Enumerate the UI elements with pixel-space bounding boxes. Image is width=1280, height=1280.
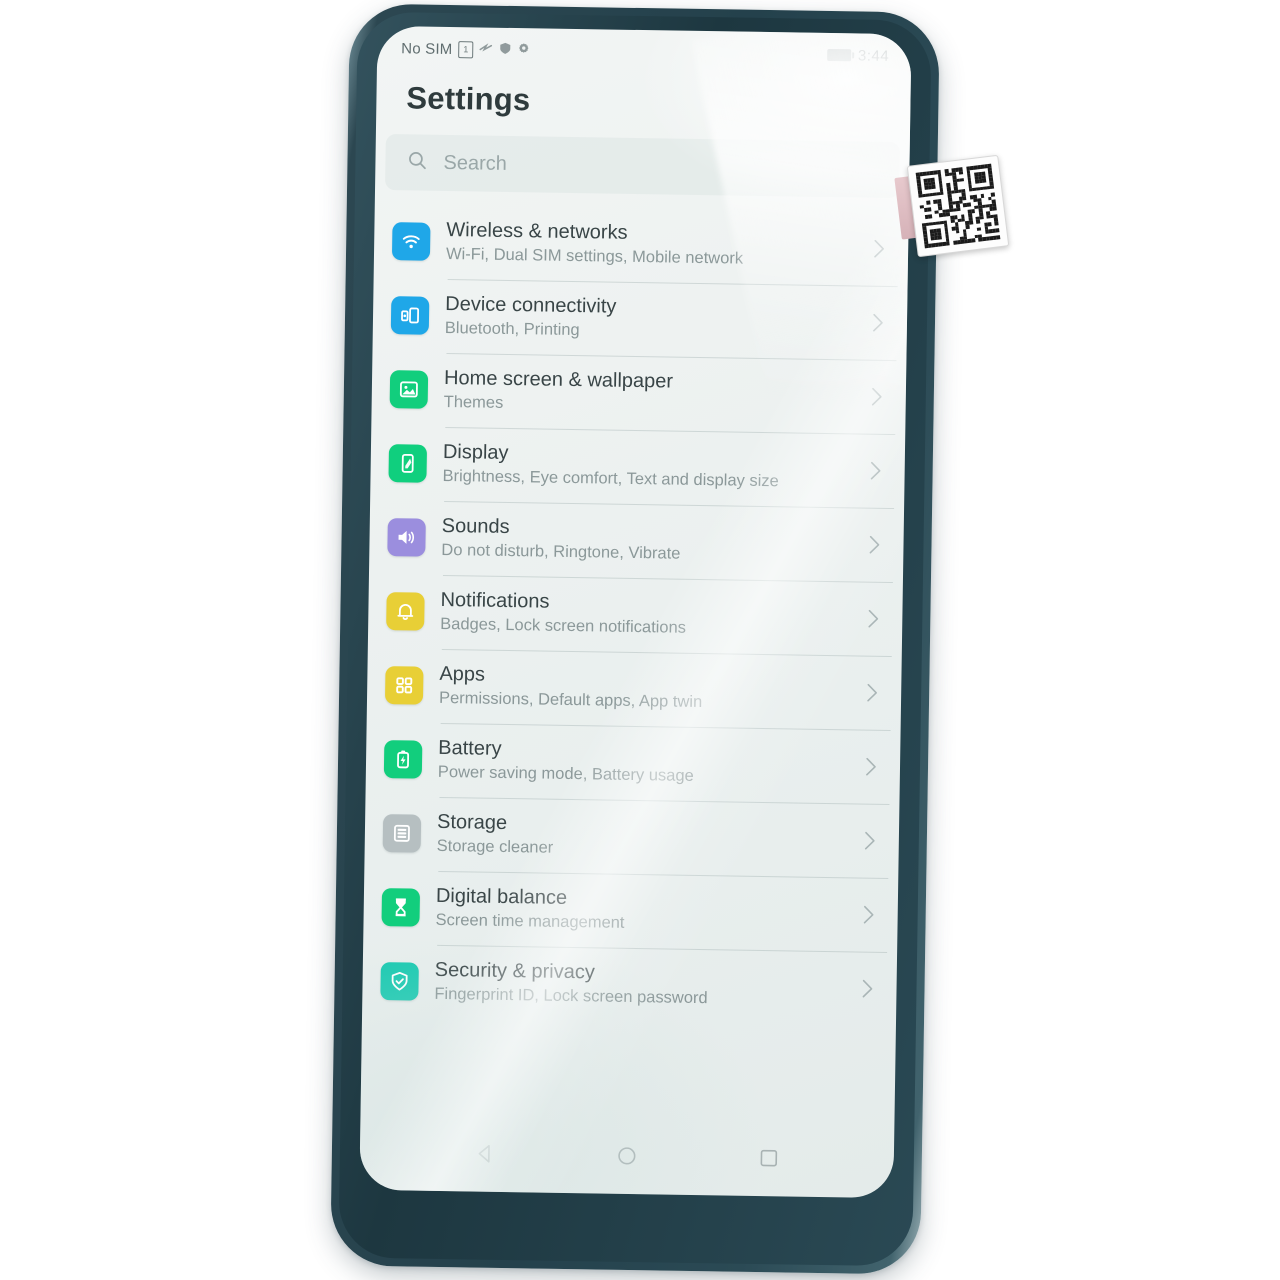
settings-row-security-privacy[interactable]: Security & privacy Fingerprint ID, Lock …	[362, 944, 897, 1026]
settings-row-display[interactable]: Display Brightness, Eye comfort, Text an…	[370, 426, 905, 508]
storage-icon	[382, 814, 422, 853]
chevron-right-icon	[859, 831, 881, 851]
settings-row-apps[interactable]: Apps Permissions, Default apps, App twin	[367, 648, 902, 730]
settings-row-digital-balance[interactable]: Digital balance Screen time management	[363, 870, 898, 952]
settings-row-text: Apps Permissions, Default apps, App twin	[423, 663, 862, 716]
settings-list: Wireless & networks Wi-Fi, Dual SIM sett…	[362, 204, 909, 1026]
home-circle-icon[interactable]	[614, 1142, 640, 1173]
chevron-right-icon	[863, 535, 885, 555]
status-bar-left: No SIM 1	[401, 40, 530, 59]
hourglass-icon	[381, 888, 421, 927]
display-icon	[388, 444, 428, 483]
settings-row-text: Device connectivity Bluetooth, Printing	[429, 293, 868, 346]
search-input[interactable]: Search	[385, 134, 900, 199]
chevron-right-icon	[860, 757, 882, 777]
signal-icon	[479, 41, 493, 58]
settings-row-text: Home screen & wallpaper Themes	[428, 367, 867, 420]
status-bar-right: 3:44	[826, 46, 890, 65]
chevron-right-icon	[861, 683, 883, 703]
battery-icon	[826, 48, 852, 62]
shield-icon	[499, 41, 511, 58]
settings-row-sounds[interactable]: Sounds Do not disturb, Ringtone, Vibrate	[369, 500, 904, 582]
settings-row-storage[interactable]: Storage Storage cleaner	[364, 796, 899, 878]
search-icon	[407, 150, 427, 175]
back-triangle-icon[interactable]	[472, 1140, 498, 1171]
bell-icon	[386, 592, 425, 631]
settings-row-text: Battery Power saving mode, Battery usage	[422, 737, 861, 790]
recents-square-icon[interactable]	[756, 1144, 782, 1175]
chevron-right-icon	[858, 905, 880, 925]
chevron-right-icon	[865, 461, 887, 481]
gear-icon	[517, 42, 530, 59]
device-connectivity-icon	[390, 296, 430, 335]
settings-row-device-connectivity[interactable]: Device connectivity Bluetooth, Printing	[372, 278, 907, 360]
android-navigation-bar	[359, 1118, 894, 1198]
search-placeholder: Search	[443, 151, 508, 175]
settings-row-wireless-networks[interactable]: Wireless & networks Wi-Fi, Dual SIM sett…	[374, 204, 909, 286]
wallpaper-icon	[389, 370, 429, 409]
settings-row-battery[interactable]: Battery Power saving mode, Battery usage	[366, 722, 901, 804]
settings-row-text: Notifications Badges, Lock screen notifi…	[424, 589, 863, 642]
qr-code-pattern	[915, 163, 1001, 249]
sound-icon	[387, 518, 426, 557]
settings-row-notifications[interactable]: Notifications Badges, Lock screen notifi…	[368, 574, 903, 656]
smartphone-device: No SIM 1 3:44 Settings Search Wireless &…	[330, 3, 940, 1275]
status-clock: 3:44	[857, 46, 890, 65]
chevron-right-icon	[862, 609, 884, 629]
sim-slot-indicator: 1	[458, 40, 474, 58]
shield-check-icon	[380, 962, 419, 1001]
chevron-right-icon	[856, 979, 878, 999]
carrier-label: No SIM	[401, 39, 453, 58]
chevron-right-icon	[867, 313, 889, 333]
phone-screen: No SIM 1 3:44 Settings Search Wireless &…	[359, 25, 912, 1199]
product-photo-canvas: No SIM 1 3:44 Settings Search Wireless &…	[0, 0, 1280, 1280]
settings-row-text: Display Brightness, Eye comfort, Text an…	[426, 441, 865, 494]
settings-row-text: Wireless & networks Wi-Fi, Dual SIM sett…	[430, 219, 869, 272]
settings-row-text: Storage Storage cleaner	[421, 811, 860, 864]
settings-row-text: Security & privacy Fingerprint ID, Lock …	[418, 959, 857, 1012]
wifi-icon	[391, 222, 431, 261]
settings-row-home-screen-wallpaper[interactable]: Home screen & wallpaper Themes	[371, 352, 906, 434]
chevron-right-icon	[866, 387, 888, 407]
apps-grid-icon	[384, 666, 424, 705]
page-title: Settings	[406, 80, 531, 118]
chevron-right-icon	[868, 239, 890, 259]
settings-row-text: Digital balance Screen time management	[419, 885, 858, 938]
qr-code-label	[906, 154, 1010, 258]
settings-row-text: Sounds Do not disturb, Ringtone, Vibrate	[425, 515, 864, 568]
battery-bolt-icon	[383, 740, 423, 779]
